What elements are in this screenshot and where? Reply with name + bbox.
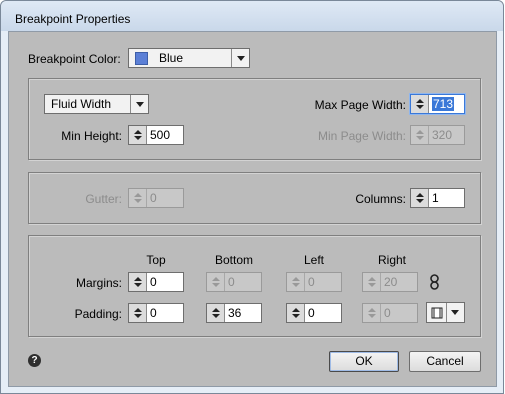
stepper-arrows-icon[interactable]: [129, 126, 147, 144]
breakpoint-color-value: Blue: [159, 51, 184, 65]
stepper-arrows-icon[interactable]: [129, 304, 147, 322]
padding-top-stepper[interactable]: 0: [128, 303, 184, 323]
help-icon[interactable]: ?: [28, 354, 41, 367]
margin-bottom-stepper: 0: [206, 272, 262, 292]
header-bottom: Bottom: [214, 253, 253, 267]
min-page-width-value: 320: [432, 128, 453, 142]
color-swatch: [135, 51, 148, 65]
margins-label: Margins:: [75, 276, 122, 290]
min-height-stepper[interactable]: 500: [128, 125, 184, 145]
stepper-arrows-icon[interactable]: [411, 95, 429, 113]
min-height-label: Min Height:: [61, 129, 122, 143]
padding-label: Padding:: [74, 307, 122, 321]
max-page-width-stepper[interactable]: 713: [410, 94, 465, 114]
stepper-arrows-icon[interactable]: [287, 304, 305, 322]
stepper-arrows-icon[interactable]: [207, 304, 225, 322]
min-page-width-label: Min Page Width:: [317, 129, 406, 143]
title-bar[interactable]: Breakpoint Properties: [1, 1, 503, 31]
breakpoint-color-label: Breakpoint Color:: [28, 52, 121, 66]
chevron-down-icon: [447, 303, 463, 322]
columns-stepper[interactable]: 1: [410, 188, 465, 208]
chain-link-icon[interactable]: [428, 274, 442, 293]
margin-bottom-value: 0: [228, 275, 235, 289]
frame-options-dropdown[interactable]: [426, 302, 465, 323]
chevron-down-icon: [130, 95, 148, 113]
stepper-arrows-icon: [411, 126, 429, 144]
stepper-arrows-icon: [363, 304, 381, 322]
stepper-arrows-icon[interactable]: [129, 273, 147, 291]
padding-right-value: 0: [384, 306, 391, 320]
margin-right-value: 20: [384, 275, 398, 289]
min-height-value: 500: [150, 128, 171, 142]
stepper-arrows-icon: [363, 273, 381, 291]
width-mode-dropdown[interactable]: Fluid Width: [44, 94, 149, 114]
padding-left-stepper[interactable]: 0: [286, 303, 342, 323]
max-page-width-value: 713: [432, 97, 455, 111]
columns-value: 1: [432, 191, 439, 205]
padding-bottom-stepper[interactable]: 36: [206, 303, 262, 323]
padding-left-value: 0: [308, 306, 315, 320]
breakpoint-color-dropdown[interactable]: Blue: [128, 48, 250, 68]
page-size-group: [28, 78, 481, 160]
margin-left-stepper: 0: [286, 272, 342, 292]
frame-icon: [427, 303, 447, 322]
width-mode-value: Fluid Width: [51, 97, 112, 111]
dialog-body: Breakpoint Color: Blue Fluid Width Max P…: [8, 31, 497, 387]
stepper-arrows-icon: [287, 273, 305, 291]
min-page-width-stepper: 320: [410, 125, 465, 145]
chevron-down-icon: [231, 49, 249, 67]
margin-left-value: 0: [308, 275, 315, 289]
gutter-value: 0: [150, 191, 157, 205]
header-top: Top: [146, 253, 166, 267]
stepper-arrows-icon: [129, 189, 147, 207]
margin-top-value: 0: [150, 275, 157, 289]
columns-label: Columns:: [355, 192, 406, 206]
gutter-stepper: 0: [128, 188, 184, 208]
header-right: Right: [377, 253, 406, 267]
padding-bottom-value: 36: [228, 306, 242, 320]
stepper-arrows-icon: [207, 273, 225, 291]
margin-top-stepper[interactable]: 0: [128, 272, 184, 292]
header-left: Left: [303, 253, 324, 267]
padding-top-value: 0: [150, 306, 157, 320]
padding-right-stepper: 0: [362, 303, 418, 323]
window-title: Breakpoint Properties: [15, 12, 131, 26]
gutter-label: Gutter:: [85, 192, 122, 206]
ok-button[interactable]: OK: [329, 351, 399, 372]
max-page-width-label: Max Page Width:: [314, 98, 406, 112]
dialog-window: Breakpoint Properties Breakpoint Color: …: [0, 0, 504, 394]
cancel-button[interactable]: Cancel: [409, 351, 481, 372]
margin-right-stepper: 20: [362, 272, 418, 292]
stepper-arrows-icon[interactable]: [411, 189, 429, 207]
